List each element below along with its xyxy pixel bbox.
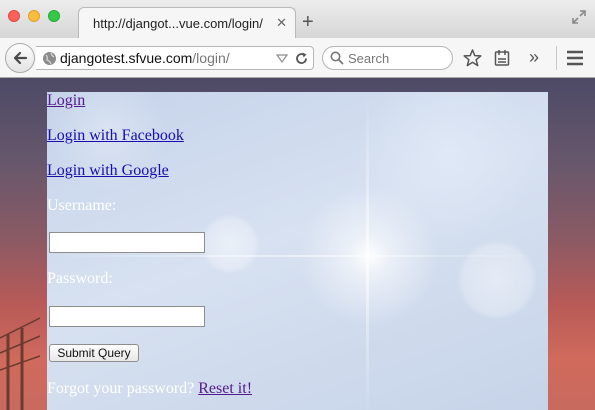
url-path: /login/ [192,50,230,66]
navigation-toolbar: djangotest.sfvue.com/login/ Search » [0,38,595,78]
bridge-background-image [0,317,40,410]
search-placeholder: Search [348,51,390,66]
reload-icon[interactable] [294,51,309,66]
tab-close-icon[interactable]: ✕ [276,15,287,31]
toolbar-separator [556,46,557,70]
login-google-link[interactable]: Login with Google [47,162,169,180]
globe-icon [43,52,56,65]
window-titlebar: http://djangot...vue.com/login/ ✕ + [0,0,595,39]
bookmarks-menu-icon[interactable] [494,49,510,67]
light-ray [366,92,369,410]
page-viewport: Login Login with Facebook Login with Goo… [0,78,595,410]
light-ray-horizontal [47,255,548,257]
browser-tab[interactable]: http://djangot...vue.com/login/ ✕ [78,7,296,39]
url-text: djangotest.sfvue.com/login/ [60,50,230,66]
login-facebook-link[interactable]: Login with Facebook [47,127,184,145]
search-bar[interactable]: Search [322,46,453,70]
username-label: Username: [47,197,117,214]
password-field[interactable] [49,306,205,327]
window-close-button[interactable] [8,10,20,22]
back-button[interactable] [5,43,35,73]
reset-password-link[interactable]: Reset it! [198,380,252,397]
fullscreen-icon[interactable] [571,9,587,25]
url-host: djangotest.sfvue.com [60,50,193,66]
url-dropdown-icon[interactable] [276,52,288,64]
more-tools-icon[interactable]: » [529,47,539,68]
password-label: Password: [47,270,113,287]
bookmark-star-icon[interactable] [463,49,482,67]
hamburger-menu-icon[interactable] [566,50,584,66]
forgot-password-row: Forgot your password? Reset it! [47,380,252,398]
window-zoom-button[interactable] [48,10,60,22]
new-tab-button[interactable]: + [302,12,314,32]
tab-title: http://djangot...vue.com/login/ [93,16,263,31]
forgot-password-text: Forgot your password? [47,380,199,397]
username-field[interactable] [49,232,205,253]
address-bar[interactable]: djangotest.sfvue.com/login/ [36,46,314,70]
back-arrow-icon [13,51,28,65]
window-minimize-button[interactable] [28,10,40,22]
submit-query-button[interactable]: Submit Query [49,344,139,362]
search-icon [330,51,344,65]
login-link[interactable]: Login [47,92,85,110]
